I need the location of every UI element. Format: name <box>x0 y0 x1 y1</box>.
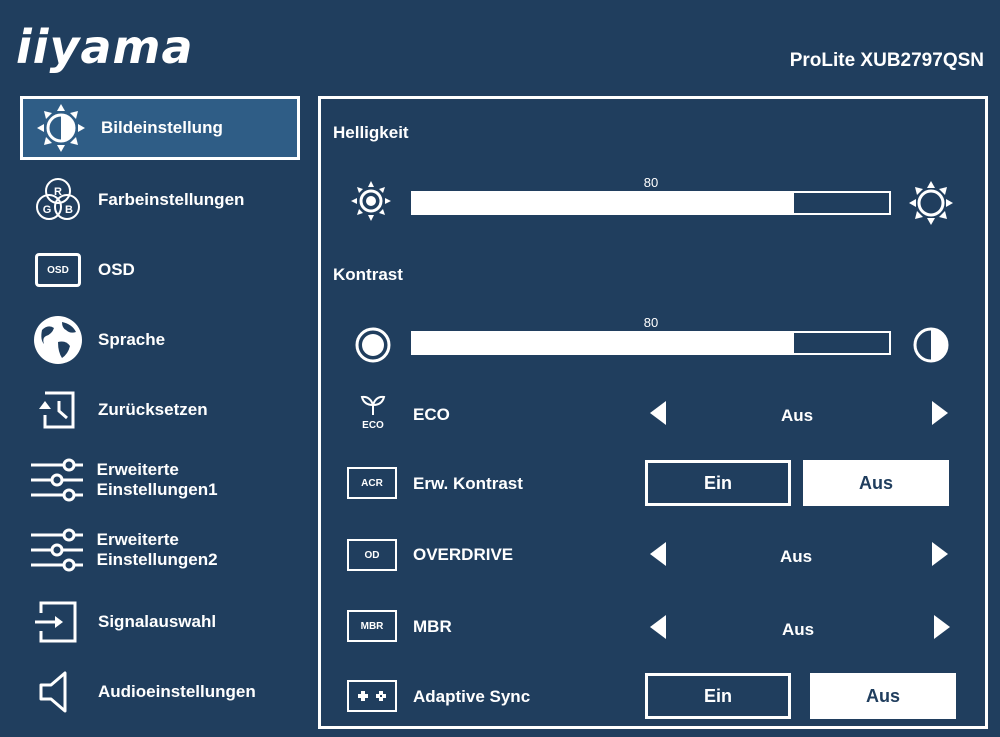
sidebar-item-erweiterte-einstellungen1[interactable]: Erweiterte Einstellungen1 <box>20 448 300 512</box>
overdrive-value: Aus <box>779 547 813 566</box>
od-icon: OD <box>347 539 397 571</box>
rgb-letter-b: B <box>65 204 73 216</box>
sidebar-item-label: Erweiterte Einstellungen1 <box>96 460 218 499</box>
eco-value: Aus <box>780 406 814 425</box>
acr-icon: ACR <box>347 467 397 499</box>
mbr-icon: MBR <box>347 610 397 642</box>
sidebar-item-zuruecksetzen[interactable]: Zurücksetzen <box>20 378 300 442</box>
osd-icon: OSD <box>26 242 90 298</box>
brightness-value: 80 <box>643 175 659 190</box>
settings-panel: Helligkeit 80 Kontrast 80 ECO ECO Aus AC… <box>318 96 988 729</box>
erw-kontrast-label: Erw. Kontrast <box>413 474 523 493</box>
sidebar-item-erweiterte-einstellungen2[interactable]: Erweiterte Einstellungen2 <box>20 518 300 582</box>
eco-leaf-icon: ECO <box>351 393 395 431</box>
rgb-color-icon: R G B <box>26 172 90 228</box>
brightness-low-icon <box>349 179 393 228</box>
sliders-icon <box>26 522 89 578</box>
sidebar-item-label: Signalauswahl <box>98 612 217 631</box>
sidebar-item-label: Sprache <box>98 330 166 349</box>
contrast-slider[interactable] <box>411 331 891 355</box>
sidebar-item-label: Farbeinstellungen <box>98 190 245 209</box>
adaptive-sync-aus-button[interactable]: Aus <box>810 673 956 719</box>
adaptive-sync-ein-button[interactable]: Ein <box>645 673 791 719</box>
globe-icon <box>26 312 90 368</box>
contrast-low-icon <box>353 325 393 370</box>
eco-label: ECO <box>413 405 450 424</box>
overdrive-label: OVERDRIVE <box>413 545 514 564</box>
overdrive-prev-arrow[interactable] <box>650 542 666 566</box>
sidebar-item-bildeinstellung[interactable]: Bildeinstellung <box>20 96 300 160</box>
sidebar-item-sprache[interactable]: Sprache <box>20 308 300 372</box>
rgb-letter-r: R <box>54 186 62 198</box>
sidebar-item-label: Bildeinstellung <box>101 118 223 137</box>
brand-logo: iiyama <box>16 20 194 74</box>
speaker-icon <box>26 664 90 720</box>
reset-clock-icon <box>26 382 90 438</box>
sidebar-item-audioeinstellungen[interactable]: Audioeinstellungen <box>20 660 300 724</box>
erw-kontrast-aus-button[interactable]: Aus <box>803 460 949 506</box>
sliders-icon <box>26 452 89 508</box>
overdrive-next-arrow[interactable] <box>932 542 948 566</box>
contrast-value: 80 <box>643 315 659 330</box>
rgb-letter-g: G <box>43 204 52 216</box>
eco-next-arrow[interactable] <box>932 401 948 425</box>
mbr-prev-arrow[interactable] <box>650 615 666 639</box>
sidebar-item-farbeinstellungen[interactable]: R G B Farbeinstellungen <box>20 168 300 232</box>
mbr-next-arrow[interactable] <box>934 615 950 639</box>
sidebar-item-label: OSD <box>98 260 135 279</box>
eco-prev-arrow[interactable] <box>650 401 666 425</box>
brightness-slider-fill <box>413 193 794 213</box>
brightness-label: Helligkeit <box>333 123 409 142</box>
sidebar-item-label: Audioeinstellungen <box>98 682 256 701</box>
erw-kontrast-ein-button[interactable]: Ein <box>645 460 791 506</box>
adaptive-sync-icon <box>347 680 397 712</box>
brightness-high-icon <box>907 179 955 232</box>
sidebar-item-label: Erweiterte Einstellungen2 <box>96 530 218 569</box>
mbr-value: Aus <box>781 620 815 639</box>
contrast-slider-fill <box>413 333 794 353</box>
osd-icon-text: OSD <box>35 253 81 287</box>
sidebar-item-label: Zurücksetzen <box>98 400 208 419</box>
picture-brightness-icon <box>29 100 93 156</box>
sidebar-item-signalauswahl[interactable]: Signalauswahl <box>20 590 300 654</box>
model-name: ProLite XUB2797QSN <box>789 50 984 71</box>
input-source-icon <box>26 594 90 650</box>
sidebar-item-osd[interactable]: OSD OSD <box>20 238 300 302</box>
eco-icon-text: ECO <box>362 420 384 431</box>
mbr-label: MBR <box>413 617 452 636</box>
contrast-high-icon <box>911 325 951 370</box>
brightness-slider[interactable] <box>411 191 891 215</box>
adaptive-sync-label: Adaptive Sync <box>413 687 531 706</box>
contrast-label: Kontrast <box>333 265 403 284</box>
